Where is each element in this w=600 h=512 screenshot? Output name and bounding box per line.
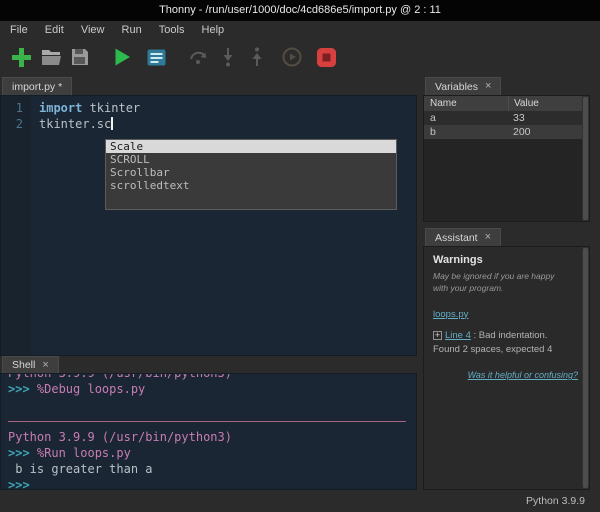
column-header-name[interactable]: Name [424,98,508,109]
variable-row-b[interactable]: b 200 [424,125,589,139]
column-header-value[interactable]: Value [508,96,589,111]
autocomplete-item[interactable]: Scrollbar [106,166,396,179]
folder-icon [41,48,61,69]
scrollbar-thumb[interactable] [583,248,588,488]
open-file-button[interactable] [38,46,63,71]
line-number-2: 2 [1,116,31,132]
text-cursor-caret [111,117,113,130]
line-number-1: 1 [1,100,31,116]
debug-icon [146,47,167,71]
tab-assistant[interactable]: Assistant × [425,228,501,246]
keyword-import: import [39,101,82,115]
magic-command: %Run loops.py [37,446,131,460]
expand-icon[interactable]: + [433,331,442,340]
save-file-button[interactable] [67,46,92,71]
variables-scrollbar[interactable] [582,96,589,221]
shell-command-line: >>> %Debug loops.py [8,381,416,397]
code-line-1: import tkinter [39,100,416,116]
variable-row-a[interactable]: a 33 [424,111,589,125]
resume-button[interactable] [279,46,304,71]
code-editor[interactable]: 1 2 import tkinter tkinter.sc Scale SCRO… [0,95,417,356]
autocomplete-item-selected[interactable]: Scale [106,140,396,153]
shell-command-line: >>> %Run loops.py [8,445,416,461]
variables-panel: Name Value a 33 b 200 [423,95,590,222]
assistant-note: May be ignored if you are happy with you… [433,270,580,295]
code-area[interactable]: import tkinter tkinter.sc [31,96,416,355]
code-text-2: tkinter.sc [39,117,111,131]
tab-shell[interactable]: Shell × [2,356,59,373]
line-number-gutter: 1 2 [1,96,31,355]
shell-banner-line: Python 3.9.9 (/usr/bin/python3) [8,373,416,381]
step-out-icon [246,46,268,71]
window-title: Thonny - /run/user/1000/doc/4cd686e5/imp… [159,4,441,16]
shell-prompt: >>> [8,446,37,460]
menu-view[interactable]: View [74,21,112,40]
autocomplete-popup: Scale SCROLL Scrollbar scrolledtext [105,139,397,210]
shell-prompt: >>> [8,382,37,396]
scrollbar-thumb[interactable] [583,97,588,220]
shell-blank-line [8,397,416,413]
variable-name: b [424,126,508,138]
autocomplete-item[interactable]: SCROLL [106,153,396,166]
step-into-icon [217,46,239,71]
tab-variables[interactable]: Variables × [425,77,501,95]
assistant-heading: Warnings [433,254,580,266]
editor-tab-label: import.py * [12,81,62,93]
shell-input-prompt[interactable]: >>> [8,477,416,490]
shell-banner-line: Python 3.9.9 (/usr/bin/python3) [8,429,416,445]
feedback-link[interactable]: Was it helpful or confusing? [433,370,580,380]
variable-name: a [424,112,508,124]
assistant-panel: Warnings May be ignored if you are happy… [423,246,590,490]
editor-tabbar: import.py * [0,77,417,95]
step-over-button[interactable] [186,46,211,71]
separator-line [8,421,406,422]
tab-import-py[interactable]: import.py * [2,77,72,95]
menu-tools[interactable]: Tools [152,21,192,40]
stop-icon [316,47,337,71]
code-text-1: tkinter [82,101,140,115]
close-icon[interactable]: × [42,360,48,371]
warning-line-link[interactable]: Line 4 [445,330,471,341]
floppy-icon [71,48,89,69]
close-icon[interactable]: × [485,81,491,92]
step-out-button[interactable] [244,46,269,71]
assistant-tab-label: Assistant [435,232,478,244]
file-link-loops-py[interactable]: loops.py [433,309,468,320]
interpreter-status[interactable]: Python 3.9.9 [526,495,585,507]
magic-command: %Debug loops.py [37,382,145,396]
shell-session-separator [8,413,416,429]
menu-file[interactable]: File [3,21,35,40]
shell-output-line: b is greater than a [8,461,416,477]
variables-header: Name Value [424,96,589,111]
assistant-warning: +Line 4 : Bad indentation. Found 2 space… [433,329,580,358]
resume-icon [281,46,303,71]
plus-icon [11,47,32,71]
variable-value: 33 [508,112,589,124]
variable-value: 200 [508,126,589,138]
assistant-scrollbar[interactable] [582,247,589,489]
play-icon [111,46,133,71]
shell-tabbar: Shell × [0,356,417,373]
statusbar: Python 3.9.9 [0,490,600,512]
menu-edit[interactable]: Edit [38,21,71,40]
variables-tab-label: Variables [435,81,478,93]
autocomplete-item[interactable]: scrolledtext [106,179,396,192]
shell-panel[interactable]: Python 3.9.9 (/usr/bin/python3) >>> %Deb… [0,373,417,490]
stop-button[interactable] [314,46,339,71]
titlebar[interactable]: Thonny - /run/user/1000/doc/4cd686e5/imp… [0,0,600,21]
code-line-2: tkinter.sc [39,116,416,132]
close-icon[interactable]: × [485,232,491,243]
run-script-button[interactable] [109,46,134,71]
assistant-tabbar: Assistant × [423,228,590,246]
shell-tab-label: Shell [12,359,35,371]
new-file-button[interactable] [9,46,34,71]
debug-script-button[interactable] [144,46,169,71]
menubar: File Edit View Run Tools Help [0,21,600,40]
step-over-icon [188,46,210,71]
toolbar [0,40,600,77]
menu-help[interactable]: Help [195,21,232,40]
step-into-button[interactable] [215,46,240,71]
menu-run[interactable]: Run [115,21,149,40]
variables-tabbar: Variables × [423,77,590,95]
